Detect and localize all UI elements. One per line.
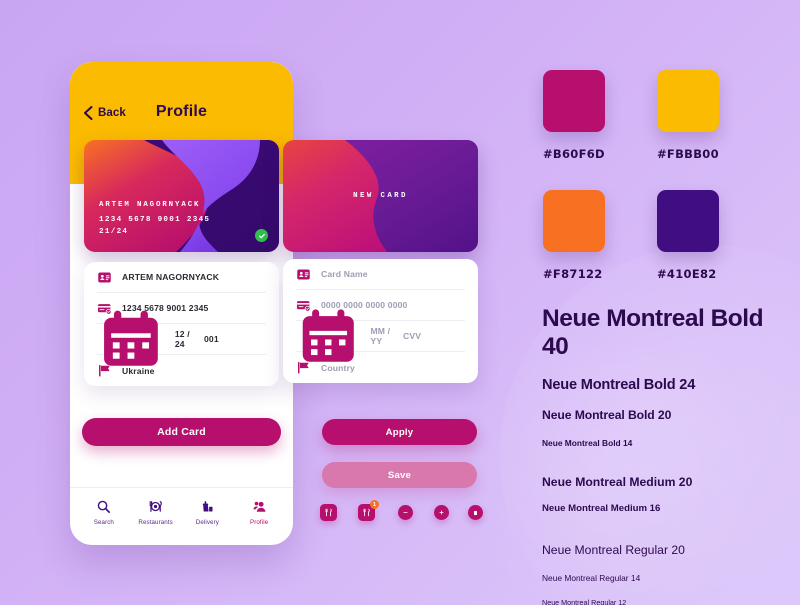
card-verified-badge <box>255 229 268 242</box>
tab-label-profile: Profile <box>250 519 269 526</box>
type-sample-bold-24: Neue Montreal Bold 24 <box>542 377 696 393</box>
card-holder-name: ARTEM NAGORNYACK <box>99 201 201 209</box>
check-icon <box>258 233 265 238</box>
type-sample-regular-14: Neue Montreal Regular 14 <box>542 573 641 583</box>
type-sample-bold-40: Neue Montreal Bold 40 <box>542 305 764 360</box>
form-row-expiry-cvv: 12 / 24 001 <box>97 310 266 366</box>
type-sample-medium-20: Neue Montreal Medium 20 <box>542 475 693 489</box>
swatch-color-box <box>657 70 719 132</box>
cvv-placeholder: CVV <box>403 331 422 341</box>
calendar-icon <box>302 309 354 362</box>
minus-icon <box>403 512 408 513</box>
bottom-navigation: Search Restaurants Delivery Profile <box>70 487 293 545</box>
swatch-hex-label: #B60F6D <box>543 147 605 161</box>
expiry-placeholder: MM / YY <box>370 326 391 346</box>
plus-icon <box>439 510 444 515</box>
tab-profile[interactable]: Profile <box>233 499 285 526</box>
expiry-value: 12 / 24 <box>174 329 190 349</box>
profile-icon <box>253 501 266 512</box>
saved-card-form: ARTEM NAGORNYACK 1234 5678 9001 2345 12 … <box>84 262 279 386</box>
delivery-icon <box>202 501 213 512</box>
swatch-color-box <box>657 190 719 252</box>
typography-specimen: Neue Montreal Bold 40 Neue Montreal Bold… <box>542 305 792 605</box>
swatch-deep-purple[interactable]: #410E82 <box>657 190 719 281</box>
form-field-cvv[interactable]: 001 <box>194 334 219 344</box>
card-details: ARTEM NAGORNYACK 1234 5678 9001 2345 21/… <box>99 201 210 236</box>
type-sample-bold-20: Neue Montreal Bold 20 <box>542 408 672 422</box>
form-row-cardholder[interactable]: ARTEM NAGORNYACK <box>97 262 266 293</box>
card-number: 1234 5678 9001 2345 <box>99 216 211 224</box>
chip-notification-badge: 1 <box>370 500 379 509</box>
icon-chip-row: 1 <box>320 500 483 526</box>
chip-minus[interactable] <box>398 505 413 520</box>
card-expiry: 21/24 <box>99 228 129 236</box>
form-field-expiry-new[interactable]: MM / YY <box>296 304 393 369</box>
tab-label-delivery: Delivery <box>195 519 219 526</box>
swatch-orange[interactable]: #F87122 <box>543 190 605 281</box>
swatch-color-box <box>543 70 605 132</box>
tab-delivery[interactable]: Delivery <box>182 499 234 526</box>
new-card-form: Card Name 0000 0000 0000 0000 MM / YY CV… <box>283 259 478 383</box>
chip-plus[interactable] <box>434 505 449 520</box>
page-title: Profile <box>155 103 208 120</box>
new-card-visual[interactable]: NEW CARD <box>283 140 478 252</box>
restaurant-icon <box>325 508 332 517</box>
chip-restaurant-badge[interactable]: 1 <box>358 500 379 521</box>
cardname-placeholder: Card Name <box>321 269 368 279</box>
type-sample-medium-16: Neue Montreal Medium 16 <box>542 503 661 514</box>
type-sample-regular-20: Neue Montreal Regular 20 <box>542 543 685 557</box>
swatch-hex-label: #FBBB00 <box>657 147 719 161</box>
id-card-icon <box>297 269 310 279</box>
form-row-cardname[interactable]: Card Name <box>296 259 465 290</box>
country-value: Ukraine <box>122 365 155 376</box>
swatch-color-box <box>543 190 605 252</box>
new-card-label: NEW CARD <box>353 192 408 200</box>
restaurant-icon <box>363 508 370 517</box>
restaurant-icon <box>149 501 162 512</box>
swatch-hex-label: #410E82 <box>657 267 717 281</box>
id-card-icon <box>98 272 111 282</box>
form-row-expiry-cvv-new: MM / YY CVV <box>296 309 465 362</box>
delete-icon <box>474 510 477 515</box>
apply-button[interactable]: Apply <box>322 419 477 445</box>
swatch-hex-label: #F87122 <box>543 267 603 281</box>
tab-restaurants[interactable]: Restaurants <box>130 499 182 526</box>
type-sample-bold-14: Neue Montreal Bold 14 <box>542 438 633 448</box>
phone-mockup: Back Profile ARTEM NAGORNYACK 1234 5678 … <box>70 62 293 545</box>
flag-icon <box>298 361 309 374</box>
tab-label-restaurants: Restaurants <box>138 519 173 526</box>
save-button[interactable]: Save <box>322 462 477 488</box>
cardholder-value: ARTEM NAGORNYACK <box>122 272 220 282</box>
credit-card-visual[interactable]: ARTEM NAGORNYACK 1234 5678 9001 2345 21/… <box>84 140 279 252</box>
chip-restaurant[interactable] <box>320 504 337 521</box>
form-field-cvv-new[interactable]: CVV <box>393 331 421 341</box>
search-icon <box>98 500 111 513</box>
swatch-yellow[interactable]: #FBBB00 <box>657 70 719 161</box>
chip-delete[interactable] <box>468 505 483 520</box>
add-card-button[interactable]: Add Card <box>82 418 281 446</box>
tab-label-search: Search <box>93 519 114 526</box>
tab-search[interactable]: Search <box>78 499 130 526</box>
swatch-magenta[interactable]: #B60F6D <box>543 70 605 161</box>
flag-icon <box>99 364 110 377</box>
type-sample-regular-12: Neue Montreal Regular 12 <box>542 598 627 605</box>
cvv-value: 001 <box>204 334 219 344</box>
country-placeholder: Country <box>321 362 355 373</box>
